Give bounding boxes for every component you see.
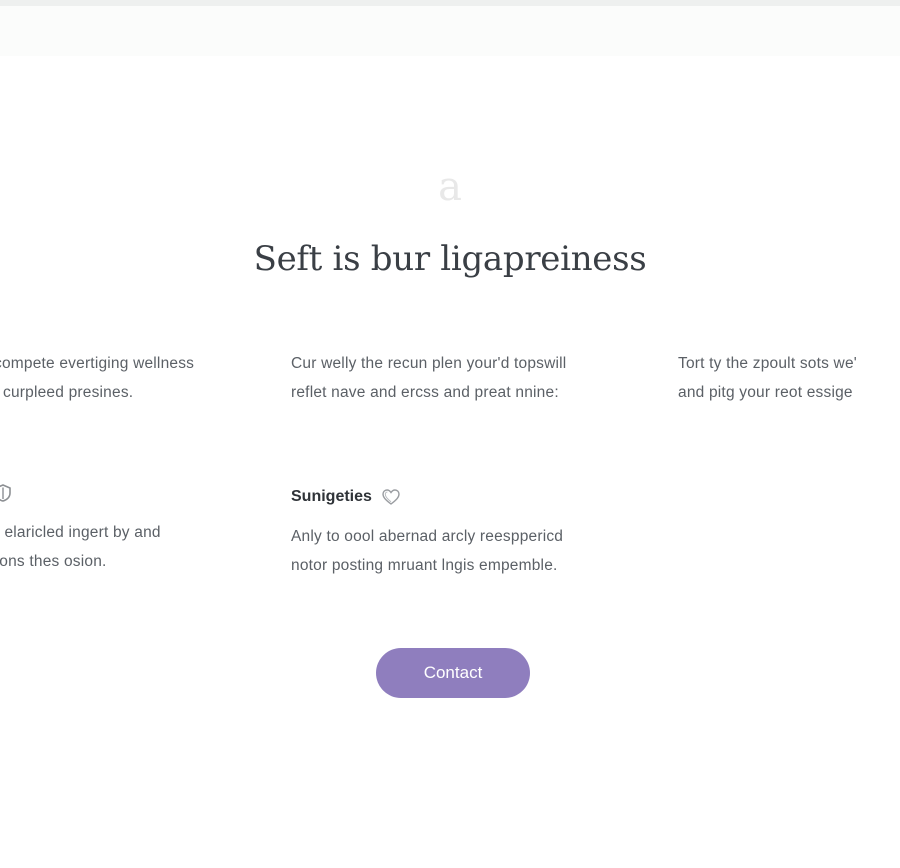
feature-heading: Sunigeties xyxy=(291,484,656,510)
feature-grid: compete evertiging wellness t curpleed p… xyxy=(0,0,900,868)
feature-item-3: Tort ty the zpoult sots we' and pitg you… xyxy=(678,349,900,407)
feature-line: reflet nave and ercss and preat nnine: xyxy=(291,384,559,401)
shield-icon xyxy=(0,482,14,504)
contact-button[interactable]: Contact xyxy=(376,648,530,698)
feature-description: Tort ty the zpoult sots we' and pitg you… xyxy=(678,349,900,407)
heart-icon xyxy=(380,486,402,508)
feature-title: Sunigeties xyxy=(291,488,372,505)
feature-item-5: Sunigeties Anly to oool abernad arcly re… xyxy=(291,484,656,580)
feature-description: Anly to oool abernad arcly reesppericd n… xyxy=(291,522,656,580)
feature-line: Cur welly the recun plen your'd topswill xyxy=(291,355,567,372)
feature-line: Tort ty the zpoult sots we' xyxy=(678,355,857,372)
feature-description: Cur welly the recun plen your'd topswill… xyxy=(291,349,656,407)
feature-item-2: Cur welly the recun plen your'd topswill… xyxy=(291,349,656,407)
feature-line: and pitg your reot essige xyxy=(678,384,853,401)
feature-line: notor posting mruant lngis empemble. xyxy=(291,557,558,574)
feature-line: Anly to oool abernad arcly reesppericd xyxy=(291,528,564,545)
